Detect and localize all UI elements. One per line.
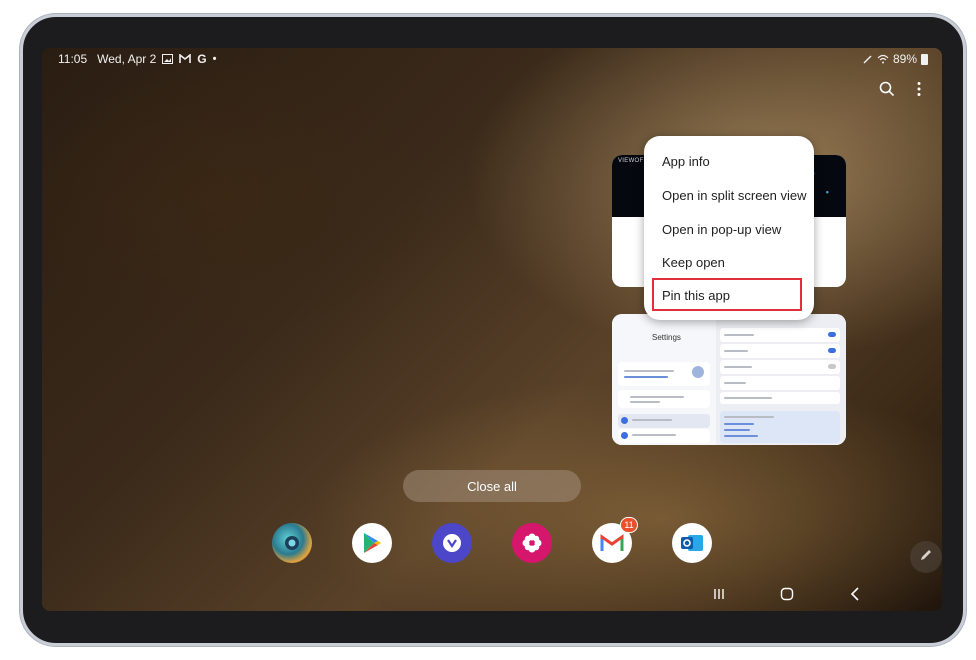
status-date: Wed, Apr 2 — [97, 52, 157, 66]
pen-status-icon — [863, 54, 873, 64]
navigation-bar — [702, 584, 872, 604]
menu-item-keep-open[interactable]: Keep open — [662, 255, 725, 270]
battery-percent: 89% — [892, 52, 917, 66]
galaxy-app-icon[interactable] — [432, 523, 472, 563]
google-icon: G — [197, 52, 207, 66]
settings-preview-account — [618, 362, 710, 386]
gmail-badge: 11 — [620, 517, 638, 533]
pen-button[interactable] — [910, 541, 942, 573]
recent-app-card-settings[interactable]: Settings — [612, 314, 846, 445]
back-button[interactable] — [844, 584, 866, 604]
play-store-icon[interactable] — [352, 523, 392, 563]
settings-preview-connections — [618, 414, 710, 428]
image-icon — [162, 54, 174, 64]
outlook-app-icon[interactable] — [672, 523, 712, 563]
status-right: 89% — [863, 52, 928, 66]
settings-preview-help — [720, 411, 840, 443]
dot-icon: • — [212, 53, 217, 65]
status-bar: 11:05 Wed, Apr 2 G • 89% — [42, 48, 942, 70]
home-button[interactable] — [776, 584, 798, 604]
top-actions — [878, 80, 928, 98]
battery-icon — [921, 53, 928, 65]
settings-preview-setup — [618, 390, 710, 408]
settings-preview-devices — [618, 429, 710, 443]
camera-app-icon[interactable] — [272, 523, 312, 563]
settings-preview-left: Settings — [612, 314, 716, 445]
menu-item-app-info[interactable]: App info — [662, 154, 710, 169]
pin-app-highlight — [652, 278, 802, 311]
settings-preview-right — [716, 314, 846, 445]
gmail-icon — [179, 54, 192, 64]
search-icon[interactable] — [878, 80, 896, 98]
app-dock: 11 — [272, 517, 712, 563]
app-context-menu: App info Open in split screen view Open … — [644, 136, 814, 320]
gmail-app-icon[interactable]: 11 — [592, 517, 638, 563]
status-left: 11:05 Wed, Apr 2 G • — [58, 52, 217, 66]
settings-preview-title: Settings — [652, 333, 681, 342]
wifi-icon — [877, 54, 889, 64]
menu-item-popup-view[interactable]: Open in pop-up view — [662, 222, 781, 237]
close-all-button[interactable]: Close all — [403, 470, 581, 502]
menu-item-split-screen[interactable]: Open in split screen view — [662, 188, 807, 203]
status-time: 11:05 — [58, 52, 88, 66]
recents-screen: 11:05 Wed, Apr 2 G • 89% VIEWOFTHE Setti… — [42, 48, 942, 611]
pen-icon — [919, 548, 933, 567]
recents-button[interactable] — [708, 584, 730, 604]
flower-app-icon[interactable] — [512, 523, 552, 563]
more-options-icon[interactable] — [910, 80, 928, 98]
